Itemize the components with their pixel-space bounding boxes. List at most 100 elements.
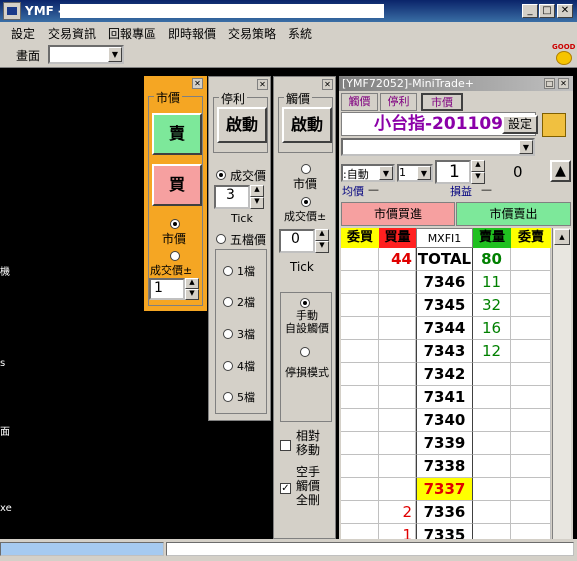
tab-profit[interactable]: 停利	[380, 93, 417, 111]
market-buy-button[interactable]: 市價買進	[341, 202, 455, 226]
mode-qty-select[interactable]: 1 ▼	[397, 164, 433, 182]
ask-order-cell[interactable]	[511, 340, 551, 363]
trigger-start-button[interactable]: 啟動	[282, 107, 332, 143]
menu-strategy[interactable]: 交易策略	[228, 25, 276, 42]
ask-order-cell[interactable]	[511, 409, 551, 432]
ask-order-cell[interactable]	[511, 363, 551, 386]
price-cell[interactable]: 7337	[416, 478, 473, 501]
minimize-button[interactable]: _	[522, 4, 538, 18]
profit-tick-down[interactable]: ▼	[250, 197, 264, 209]
account-select[interactable]: ▼	[341, 138, 535, 156]
settings-button[interactable]: 設定	[502, 115, 538, 134]
close-button[interactable]: ✕	[557, 4, 573, 18]
profit-tick-input[interactable]: 3	[214, 185, 250, 209]
trigger-tick-down[interactable]: ▼	[315, 241, 329, 253]
ask-order-cell[interactable]	[511, 455, 551, 478]
buy-button[interactable]: 買	[152, 164, 202, 206]
ask-order-cell[interactable]	[511, 271, 551, 294]
level-radio-1[interactable]	[223, 266, 233, 276]
price-cell[interactable]: 7343	[416, 340, 473, 363]
price-cell[interactable]: 7340	[416, 409, 473, 432]
profit-trade-radio[interactable]	[216, 170, 226, 180]
stop-mode-radio[interactable]	[300, 347, 310, 357]
close-icon[interactable]: ✕	[257, 79, 268, 90]
order-qty-input[interactable]: 1	[435, 160, 471, 184]
scroll-up-button[interactable]: ▲	[554, 229, 570, 245]
qty-input[interactable]: 1	[149, 278, 185, 300]
price-cell[interactable]: 7338	[416, 455, 473, 478]
ladder-row: 7343 12	[341, 340, 551, 363]
trigger-trade-radio[interactable]	[301, 197, 311, 207]
trigger-market-radio[interactable]	[301, 164, 311, 174]
total-ask-order[interactable]	[511, 248, 551, 271]
price-cell[interactable]: 7342	[416, 363, 473, 386]
menu-quotes[interactable]: 即時報價	[168, 25, 216, 42]
bid-qty-cell	[379, 294, 416, 317]
menu-system[interactable]: 系統	[288, 25, 312, 42]
bid-order-cell[interactable]	[341, 294, 379, 317]
bid-order-cell[interactable]	[341, 340, 379, 363]
price-cell[interactable]: 7339	[416, 432, 473, 455]
bid-order-cell[interactable]	[341, 409, 379, 432]
price-cell[interactable]: 7346	[416, 271, 473, 294]
level-radio-5[interactable]	[223, 392, 233, 402]
market-radio[interactable]	[170, 219, 180, 229]
qty-up-button[interactable]: ▲	[185, 278, 199, 289]
level-radio-2[interactable]	[223, 297, 233, 307]
relative-move-checkbox[interactable]	[280, 440, 291, 451]
bid-order-cell[interactable]	[341, 478, 379, 501]
close-icon[interactable]: ✕	[558, 78, 569, 89]
market-sell-button[interactable]: 市價賣出	[456, 202, 571, 226]
ask-order-cell[interactable]	[511, 432, 551, 455]
menu-settings[interactable]: 設定	[11, 25, 35, 42]
ask-order-cell[interactable]	[511, 478, 551, 501]
profit-tick-up[interactable]: ▲	[250, 185, 264, 197]
ladder-row: 7340	[341, 409, 551, 432]
maximize-button[interactable]: □	[539, 4, 555, 18]
trade-price-radio[interactable]	[170, 251, 180, 261]
ask-order-cell[interactable]	[511, 317, 551, 340]
bid-order-cell[interactable]	[341, 386, 379, 409]
screen-select[interactable]: ▼	[48, 45, 124, 64]
screen-label: 畫面	[16, 49, 41, 63]
bid-order-cell[interactable]	[341, 363, 379, 386]
price-cell[interactable]: 7335	[416, 524, 473, 539]
close-icon[interactable]: ✕	[192, 78, 203, 89]
bid-order-cell[interactable]	[341, 317, 379, 340]
menu-trade-info[interactable]: 交易資訊	[48, 25, 96, 42]
level-radio-3[interactable]	[223, 329, 233, 339]
sell-button[interactable]: 賣	[152, 113, 202, 155]
price-cell[interactable]: 7336	[416, 501, 473, 524]
trigger-tick-input[interactable]: 0	[279, 229, 315, 253]
mode-select[interactable]: :自動 ▼	[341, 164, 395, 182]
bid-order-cell[interactable]	[341, 271, 379, 294]
manual-mode-radio[interactable]	[300, 298, 310, 308]
total-bid-order[interactable]	[341, 248, 379, 271]
trigger-tick-up[interactable]: ▲	[315, 229, 329, 241]
lock-icon[interactable]	[542, 113, 566, 137]
price-cell[interactable]: 7345	[416, 294, 473, 317]
level-radio-4[interactable]	[223, 361, 233, 371]
ask-order-cell[interactable]	[511, 386, 551, 409]
bid-order-cell[interactable]	[341, 524, 379, 539]
restore-icon[interactable]: □	[544, 78, 555, 89]
bid-order-cell[interactable]	[341, 501, 379, 524]
up-arrow-button[interactable]: ▲	[550, 160, 571, 182]
ladder-scrollbar[interactable]: ▲	[552, 228, 571, 539]
bid-order-cell[interactable]	[341, 432, 379, 455]
price-cell[interactable]: 7341	[416, 386, 473, 409]
empty-delete-checkbox[interactable]: ✓	[280, 483, 291, 494]
profit-start-button[interactable]: 啟動	[217, 107, 267, 143]
menu-reports[interactable]: 回報專區	[108, 25, 156, 42]
ask-order-cell[interactable]	[511, 294, 551, 317]
ask-order-cell[interactable]	[511, 524, 551, 539]
tab-market[interactable]: 市價	[421, 93, 463, 111]
close-icon[interactable]: ✕	[322, 79, 333, 90]
tab-trigger[interactable]: 觸價	[341, 93, 378, 111]
order-qty-up[interactable]: ▲	[471, 160, 485, 172]
profit-five-radio[interactable]	[216, 234, 226, 244]
bid-order-cell[interactable]	[341, 455, 379, 478]
ask-order-cell[interactable]	[511, 501, 551, 524]
price-cell[interactable]: 7344	[416, 317, 473, 340]
qty-down-button[interactable]: ▼	[185, 289, 199, 300]
